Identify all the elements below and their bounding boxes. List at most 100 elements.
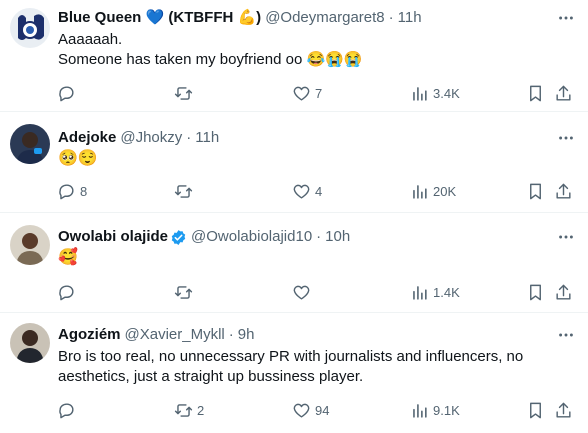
separator: · xyxy=(316,228,322,245)
tweet-text-line: Someone has taken my boyfriend oo 😂😭😭 xyxy=(58,51,363,68)
action-bar: 7 3.4K xyxy=(0,83,588,103)
display-name[interactable]: Owolabi olajide xyxy=(58,227,168,247)
bookmark-button[interactable] xyxy=(526,282,545,302)
like-count: 94 xyxy=(315,402,330,418)
tweet[interactable]: Agoziém @Xavier_Mykll · 9h Bro is too re… xyxy=(0,313,588,433)
timestamp[interactable]: 9h xyxy=(238,325,255,345)
action-bar: 2 94 9.1K xyxy=(0,400,588,420)
analytics-icon xyxy=(413,86,427,101)
views-button[interactable]: 3.4K xyxy=(410,83,460,103)
like-button[interactable]: 4 xyxy=(292,181,322,201)
like-button[interactable] xyxy=(292,282,315,302)
user-handle[interactable]: @Odeymargaret8 xyxy=(265,8,384,28)
views-button[interactable]: 9.1K xyxy=(410,400,460,420)
separator: · xyxy=(388,9,394,26)
like-button[interactable]: 94 xyxy=(292,400,329,420)
share-icon xyxy=(556,183,571,199)
separator: · xyxy=(186,129,192,146)
bookmark-icon xyxy=(530,284,541,300)
person-avatar-icon xyxy=(10,124,50,164)
bookmark-button[interactable] xyxy=(526,181,545,201)
more-options-icon[interactable] xyxy=(556,227,576,247)
like-count: 7 xyxy=(315,85,323,101)
action-bar: 1.4K xyxy=(0,282,588,302)
tweet-text: 🥰 xyxy=(58,248,574,268)
more-options-icon[interactable] xyxy=(556,325,576,345)
reply-button[interactable] xyxy=(57,400,80,420)
verified-badge-icon xyxy=(171,229,186,245)
share-icon xyxy=(556,85,571,101)
tweet-text: 🥺😌 xyxy=(58,149,574,169)
person-avatar-icon xyxy=(10,323,50,363)
timestamp[interactable]: 11h xyxy=(195,128,219,148)
retweet-icon xyxy=(174,403,193,417)
retweet-count: 2 xyxy=(197,402,205,418)
share-button[interactable] xyxy=(554,181,573,201)
share-button[interactable] xyxy=(554,83,573,103)
avatar[interactable] xyxy=(10,225,50,265)
retweet-icon xyxy=(174,285,193,299)
tweet[interactable]: Blue Queen 💙 (KTBFFH 💪) @Odeymargaret8 ·… xyxy=(0,0,588,112)
share-button[interactable] xyxy=(554,400,573,420)
tweet-text-line: 🥰 xyxy=(58,249,78,266)
user-handle[interactable]: @Xavier_Mykll xyxy=(125,325,225,345)
tweet[interactable]: Owolabi olajide @Owolabiolajid10 · 10h 🥰 xyxy=(0,213,588,313)
reply-button[interactable] xyxy=(57,83,80,103)
retweet-icon xyxy=(174,184,193,198)
tweet-text: Aaaaaah. Someone has taken my boyfriend … xyxy=(58,30,574,70)
bookmark-icon xyxy=(530,183,541,199)
like-button[interactable]: 7 xyxy=(292,83,322,103)
tweet-text-line: Bro is too real, no unnecessary PR with … xyxy=(58,348,524,365)
reply-button[interactable] xyxy=(57,282,80,302)
retweet-button[interactable] xyxy=(174,282,197,302)
avatar[interactable] xyxy=(10,8,50,48)
action-bar: 8 4 20K xyxy=(0,181,588,201)
display-name[interactable]: Adejoke xyxy=(58,128,116,148)
separator: · xyxy=(228,326,234,343)
chelsea-fan-avatar-icon xyxy=(10,8,50,48)
like-count: 4 xyxy=(315,183,323,199)
tweet-header: Adejoke @Jhokzy · 11h xyxy=(58,128,219,148)
reply-icon xyxy=(59,85,74,101)
retweet-button[interactable]: 2 xyxy=(174,400,204,420)
views-button[interactable]: 1.4K xyxy=(410,282,460,302)
analytics-icon xyxy=(413,285,427,300)
reply-button[interactable]: 8 xyxy=(57,181,87,201)
user-handle[interactable]: @Jhokzy xyxy=(120,128,182,148)
heart-icon xyxy=(293,86,310,101)
timestamp[interactable]: 11h xyxy=(398,8,422,28)
share-icon xyxy=(556,284,571,300)
bookmark-icon xyxy=(530,402,541,418)
retweet-button[interactable] xyxy=(174,181,197,201)
more-options-icon[interactable] xyxy=(556,8,576,28)
reply-icon xyxy=(59,284,74,300)
view-count: 1.4K xyxy=(433,284,460,300)
display-name[interactable]: Blue Queen 💙 (KTBFFH 💪) xyxy=(58,8,261,28)
avatar[interactable] xyxy=(10,124,50,164)
analytics-icon xyxy=(413,403,427,418)
tweet-text-line: aesthetics, just a straight up bussiness… xyxy=(58,368,364,385)
timestamp[interactable]: 10h xyxy=(325,227,350,247)
tweet-header: Owolabi olajide @Owolabiolajid10 · 10h xyxy=(58,227,350,247)
tweet[interactable]: Adejoke @Jhokzy · 11h 🥺😌 8 4 20K xyxy=(0,112,588,213)
view-count: 9.1K xyxy=(433,402,460,418)
more-options-icon[interactable] xyxy=(556,128,576,148)
bookmark-button[interactable] xyxy=(526,400,545,420)
share-button[interactable] xyxy=(554,282,573,302)
avatar[interactable] xyxy=(10,323,50,363)
heart-icon xyxy=(293,184,310,199)
tweet-header: Agoziém @Xavier_Mykll · 9h xyxy=(58,325,254,345)
view-count: 3.4K xyxy=(433,85,460,101)
tweet-text-line: Aaaaaah. xyxy=(58,31,123,48)
retweet-button[interactable] xyxy=(174,83,197,103)
bookmark-button[interactable] xyxy=(526,83,545,103)
reply-icon xyxy=(59,183,74,199)
reply-icon xyxy=(59,402,74,418)
user-handle[interactable]: @Owolabiolajid10 xyxy=(191,227,312,247)
tweet-header: Blue Queen 💙 (KTBFFH 💪) @Odeymargaret8 ·… xyxy=(58,8,422,28)
tweet-text: Bro is too real, no unnecessary PR with … xyxy=(58,347,574,387)
display-name[interactable]: Agoziém xyxy=(58,325,121,345)
views-button[interactable]: 20K xyxy=(410,181,456,201)
retweet-icon xyxy=(174,86,193,100)
bookmark-icon xyxy=(530,85,541,101)
